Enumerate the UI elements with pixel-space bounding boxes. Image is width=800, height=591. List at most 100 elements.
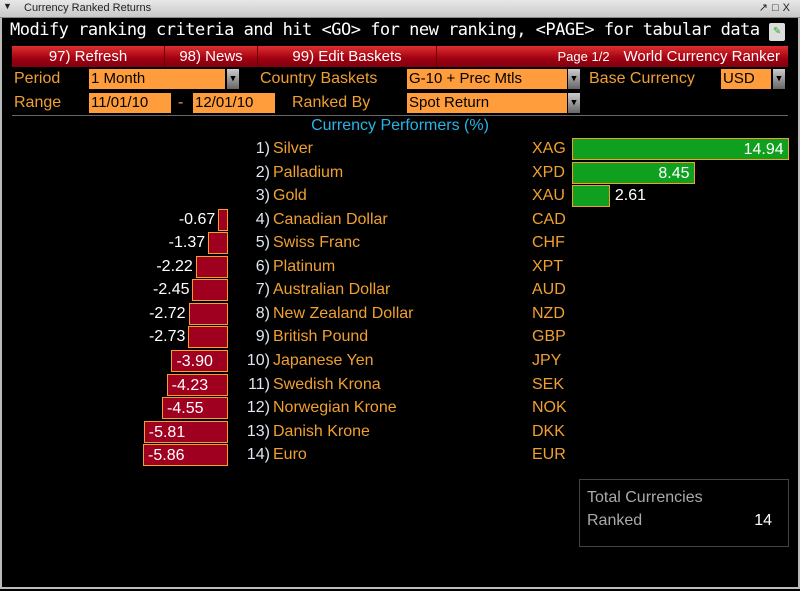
period-label: Period (14, 70, 61, 87)
total-currencies-panel: Total Currencies Ranked 14 (579, 479, 789, 547)
rank-number: 13) (246, 422, 270, 440)
currency-code: JPY (532, 351, 562, 369)
currency-name: British Pound (273, 328, 369, 346)
currency-name: Australian Dollar (273, 281, 391, 299)
value-label: -2.22 (156, 257, 193, 275)
currency-code: XPT (532, 257, 564, 275)
currency-code: NOK (532, 399, 567, 417)
value-label: -4.23 (171, 376, 209, 394)
total-count: 14 (754, 512, 772, 529)
divider (12, 115, 788, 116)
value-label: -3.90 (176, 352, 213, 370)
refresh-button[interactable]: 97) Refresh (12, 46, 165, 67)
value-label: -2.45 (153, 281, 190, 299)
country-baskets-select[interactable]: G-10 + Prec Mtls (407, 69, 567, 89)
value-label: 2.61 (614, 187, 646, 205)
window-menu-icon[interactable]: ▼ (3, 1, 12, 11)
period-select[interactable]: 1 Month (89, 69, 225, 89)
news-button[interactable]: 98) News (165, 46, 258, 67)
chart-title: Currency Performers (%) (311, 117, 489, 134)
rank-number: 14) (246, 446, 270, 464)
value-bar: -5.86 (143, 444, 228, 467)
chevron-down-icon[interactable]: ▼ (568, 69, 580, 89)
range-to-input[interactable]: 12/01/10 (193, 93, 275, 113)
ranked-label: Ranked (587, 512, 643, 529)
currency-code: GBP (532, 328, 566, 346)
country-baskets-label: Country Baskets (260, 70, 378, 87)
range-separator: - (178, 94, 184, 111)
value-bar (218, 208, 228, 231)
rank-number: 5) (255, 234, 270, 252)
currency-code: CAD (532, 210, 566, 228)
currency-name: Palladium (273, 163, 344, 181)
currency-name: Euro (273, 446, 307, 464)
value-bar (188, 302, 228, 325)
chevron-down-icon[interactable]: ▼ (773, 69, 785, 89)
value-bar (572, 185, 610, 208)
currency-name: Swiss Franc (273, 234, 361, 252)
chevron-down-icon[interactable]: ▼ (227, 69, 239, 89)
value-bar: -3.90 (171, 349, 228, 372)
ranking-row[interactable]: 8) New Zealand Dollar NZD -2.72 (0, 302, 800, 326)
currency-code: CHF (532, 234, 565, 252)
ranked-by-label: Ranked By (292, 94, 371, 111)
ranking-row[interactable]: 10) Japanese Yen JPY -3.90 (0, 349, 800, 373)
ranking-row[interactable]: 5) Swiss Franc CHF -1.37 (0, 232, 800, 255)
value-label: -4.55 (167, 400, 204, 418)
currency-code: SEK (532, 375, 565, 393)
value-label: 8.45 (658, 164, 690, 182)
currency-name: Silver (273, 140, 314, 157)
rank-number: 6) (255, 257, 270, 275)
rank-number: 11) (248, 375, 270, 393)
edit-baskets-button[interactable]: 99) Edit Baskets (258, 46, 437, 67)
currency-name: Norwegian Krone (273, 399, 397, 417)
value-label: 14.94 (743, 141, 784, 158)
menu-bar: 97) Refresh 98) News 99) Edit Baskets Pa… (12, 46, 788, 67)
ranking-row[interactable]: 9) British Pound GBP -2.73 (0, 326, 800, 349)
currency-name: Canadian Dollar (273, 210, 388, 228)
value-label: -1.37 (168, 234, 206, 252)
window-title: Currency Ranked Returns (24, 2, 152, 14)
value-bar: 8.45 (572, 161, 695, 184)
rank-number: 4) (255, 210, 270, 228)
ranking-row[interactable]: 1) Silver XAG 14.94 (0, 138, 800, 161)
export-icon[interactable]: ✎ (769, 23, 785, 41)
window-controls[interactable]: ↗□X (759, 1, 794, 14)
currency-name: Gold (273, 187, 307, 205)
chevron-down-icon[interactable]: ▼ (568, 93, 580, 113)
value-bar: -5.81 (143, 420, 228, 443)
ranking-row[interactable]: 14) Euro EUR -5.86 (0, 444, 800, 467)
currency-code: EUR (532, 446, 566, 464)
currency-code: DKK (532, 422, 565, 440)
rank-number: 10) (246, 351, 270, 369)
ranking-row[interactable]: 11) Swedish Krona SEK -4.23 (0, 373, 800, 397)
rank-number: 7) (255, 281, 270, 299)
value-label: -2.73 (148, 328, 186, 346)
range-from-input[interactable]: 11/01/10 (89, 93, 171, 113)
base-currency-label: Base Currency (589, 70, 695, 87)
range-label: Range (14, 94, 62, 111)
page-indicator: Page 1/2 (557, 49, 610, 64)
rank-number: 12) (246, 399, 270, 417)
ranked-by-select[interactable]: Spot Return (407, 93, 567, 113)
rank-number: 3) (255, 187, 270, 205)
ranking-row[interactable]: 3) Gold XAU 2.61 (0, 185, 800, 208)
window-titlebar: ▼ Currency Ranked Returns ↗□X (0, 0, 800, 18)
currency-name: Danish Krone (273, 422, 370, 440)
ranking-row[interactable]: 2) Palladium XPD 8.45 (0, 161, 800, 185)
ranking-row[interactable]: 12) Norwegian Krone NOK -4.55 (0, 397, 800, 420)
base-currency-select[interactable]: USD (721, 69, 771, 89)
value-bar (192, 279, 228, 302)
ranking-row[interactable]: 7) Australian Dollar AUD -2.45 (0, 279, 800, 302)
currency-code: AUD (532, 281, 566, 299)
value-label: -5.86 (148, 447, 185, 465)
rank-number: 9) (255, 328, 270, 346)
ranking-row[interactable]: 6) Platinum XPT -2.22 (0, 255, 800, 279)
total-label: Total Currencies (587, 489, 703, 506)
value-label: -5.81 (148, 423, 186, 441)
ranking-row[interactable]: 4) Canadian Dollar CAD -0.67 (0, 208, 800, 232)
currency-code: NZD (532, 304, 565, 322)
rank-number: 2) (255, 163, 270, 181)
ranking-row[interactable]: 13) Danish Krone DKK -5.81 (0, 420, 800, 444)
value-bar: 14.94 (572, 138, 789, 160)
